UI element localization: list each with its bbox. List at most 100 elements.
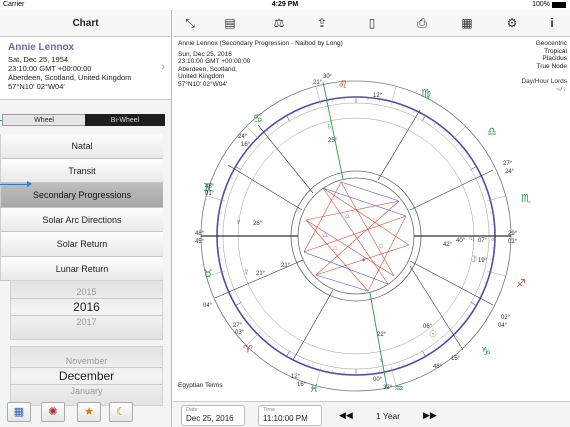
setting-true-node: True Node bbox=[536, 62, 567, 70]
libra-sign-icon: ♎ bbox=[487, 126, 497, 138]
aspect-lines bbox=[303, 181, 410, 292]
info-icon[interactable]: i bbox=[543, 15, 561, 31]
svg-text:✶: ✶ bbox=[361, 257, 366, 264]
person-date: Sat, Dec 25, 1954 bbox=[8, 55, 69, 64]
svg-text:24°: 24° bbox=[238, 134, 248, 140]
balance-icon[interactable]: ⚖ bbox=[270, 15, 288, 31]
chevron-right-icon: › bbox=[161, 61, 165, 73]
status-bar: Carrier 4:29 PM 100% bbox=[0, 0, 570, 10]
menu-item-solar-arc[interactable]: Solar Arc Directions bbox=[0, 207, 163, 232]
virgo-sign-icon: ♍ bbox=[421, 88, 431, 100]
time-field[interactable]: Time 11:10:00 PM bbox=[258, 405, 322, 426]
menu-item-secondary-progressions[interactable]: Secondary Progressions bbox=[0, 183, 163, 208]
svg-text:06°: 06° bbox=[423, 324, 433, 330]
chart-date: Sun, Dec 25, 2016 bbox=[178, 50, 232, 58]
svg-text:△: △ bbox=[323, 232, 328, 238]
time-field-value: 11:10:00 PM bbox=[263, 414, 308, 423]
person-coords: 57°N10' 02°W04' bbox=[8, 82, 65, 91]
expand-icon[interactable]: ⤡ bbox=[181, 15, 199, 31]
svg-text:□: □ bbox=[333, 246, 337, 252]
svg-text:12°: 12° bbox=[291, 374, 301, 380]
year-next: 2017 bbox=[76, 317, 97, 327]
svg-text:22°: 22° bbox=[377, 332, 387, 338]
svg-text:29°: 29° bbox=[508, 231, 518, 237]
cancer-sign-icon: ♋ bbox=[253, 113, 263, 125]
svg-text:30°: 30° bbox=[323, 74, 333, 80]
svg-text:△: △ bbox=[345, 213, 350, 219]
person-card[interactable]: Annie Lennox Sat, Dec 25, 1954 23:10:00 … bbox=[0, 37, 171, 100]
svg-text:48°: 48° bbox=[195, 231, 205, 237]
printer-icon[interactable]: ⎙ bbox=[413, 15, 431, 31]
svg-text:27°: 27° bbox=[233, 323, 243, 329]
document-icon[interactable]: ▯ bbox=[363, 15, 381, 31]
chart-type-menu: Natal Transit Secondary Progressions Sol… bbox=[0, 134, 163, 281]
mercury-planet-icon: ☿ bbox=[243, 267, 250, 277]
scorpio-sign-icon: ♏ bbox=[521, 193, 531, 205]
svg-text:02°: 02° bbox=[501, 315, 511, 321]
svg-text:12°: 12° bbox=[373, 93, 383, 99]
date-field-value: Dec 25, 2016 bbox=[186, 414, 234, 423]
bottom-bar: Date Dec 25, 2016 Time 11:10:00 PM ◀◀ 1 … bbox=[173, 401, 570, 427]
svg-text:19°: 19° bbox=[478, 258, 488, 264]
svg-text:32°: 32° bbox=[383, 385, 393, 391]
svg-text:□: □ bbox=[373, 218, 377, 224]
grid-icon[interactable]: ▦ bbox=[7, 402, 31, 422]
moon-icon[interactable]: ☾ bbox=[109, 402, 133, 422]
share-icon[interactable]: ⇪ bbox=[313, 15, 331, 31]
stars-icon[interactable]: ★ bbox=[77, 402, 101, 422]
aquarius-sign-icon: ♒ bbox=[394, 383, 404, 395]
svg-text:25°: 25° bbox=[328, 138, 338, 144]
saturn-planet-icon: ♄ bbox=[326, 121, 333, 131]
setting-placidus: Placidus bbox=[542, 55, 567, 62]
month-prev: November bbox=[65, 356, 108, 366]
wheel-segment[interactable]: Wheel bbox=[2, 114, 85, 126]
progressions-pointer-arrow bbox=[0, 181, 32, 187]
battery-icon bbox=[552, 1, 566, 8]
app-root: Carrier 4:29 PM 100% Chart Annie Lennox … bbox=[0, 0, 570, 427]
biwheel-segment[interactable]: Bi-Wheel bbox=[85, 114, 165, 126]
battery-indicator: 100% bbox=[532, 1, 566, 8]
month-picker[interactable]: November December January bbox=[10, 346, 163, 406]
aries-sign-icon: ♈ bbox=[243, 344, 253, 356]
neptune-planet-icon: ♆ bbox=[235, 217, 242, 227]
svg-text:16°: 16° bbox=[241, 142, 251, 148]
menu-item-solar-return[interactable]: Solar Return bbox=[0, 232, 163, 257]
svg-text:27°: 27° bbox=[503, 161, 513, 167]
chart-title: Annie Lennox (Secondary Progression - Na… bbox=[178, 40, 343, 47]
house-cusps bbox=[201, 81, 511, 389]
svg-text:02°: 02° bbox=[508, 239, 518, 245]
menu-item-lunar-return[interactable]: Lunar Return bbox=[0, 256, 163, 281]
step-interval-label[interactable]: 1 Year bbox=[376, 411, 400, 421]
menu-item-natal[interactable]: Natal bbox=[0, 134, 163, 159]
month-selected: December bbox=[11, 367, 162, 385]
sidebar: Chart Annie Lennox Sat, Dec 25, 1954 23:… bbox=[0, 10, 172, 427]
sidebar-bottom-bar: ▦ ✺ ★ ☾ bbox=[0, 398, 172, 427]
id-card-icon[interactable]: ▤ bbox=[221, 15, 239, 31]
time-field-label: Time bbox=[263, 407, 276, 413]
menu-item-transit[interactable]: Transit bbox=[0, 158, 163, 183]
svg-text:07°: 07° bbox=[478, 238, 488, 244]
person-place: Aberdeen, Scotland, United Kingdom bbox=[8, 73, 132, 82]
chart-time: 23:10:00 GMT +00:00:00 bbox=[178, 58, 251, 65]
date-field-label: Date bbox=[186, 407, 198, 413]
svg-text:45°: 45° bbox=[195, 239, 205, 245]
svg-text:24°: 24° bbox=[505, 169, 515, 175]
month-next: January bbox=[70, 386, 103, 396]
table-icon[interactable]: ▦ bbox=[458, 15, 476, 31]
setting-tropical: Tropical bbox=[544, 47, 567, 55]
mars-planet-icon: ♂ bbox=[490, 234, 497, 244]
settings-icon[interactable]: ⚙ bbox=[503, 15, 521, 31]
person-name: Annie Lennox bbox=[8, 42, 75, 53]
year-picker[interactable]: 2015 2016 2017 bbox=[10, 280, 163, 340]
pisces-sign-icon: ♓ bbox=[309, 383, 319, 395]
jupiter-planet-icon: ♃ bbox=[468, 234, 475, 244]
aspect-icon[interactable]: ✺ bbox=[41, 402, 65, 422]
step-forward-button[interactable]: ▶▶ bbox=[423, 410, 437, 421]
svg-text:42°: 42° bbox=[443, 242, 453, 248]
step-back-button[interactable]: ◀◀ bbox=[339, 410, 353, 421]
sun-planet-icon: ☉ bbox=[429, 329, 437, 339]
svg-text:28°: 28° bbox=[253, 221, 263, 227]
date-field[interactable]: Date Dec 25, 2016 bbox=[181, 405, 245, 426]
setting-geocentric: Geocentric bbox=[535, 40, 567, 47]
svg-text:16°: 16° bbox=[297, 382, 307, 388]
